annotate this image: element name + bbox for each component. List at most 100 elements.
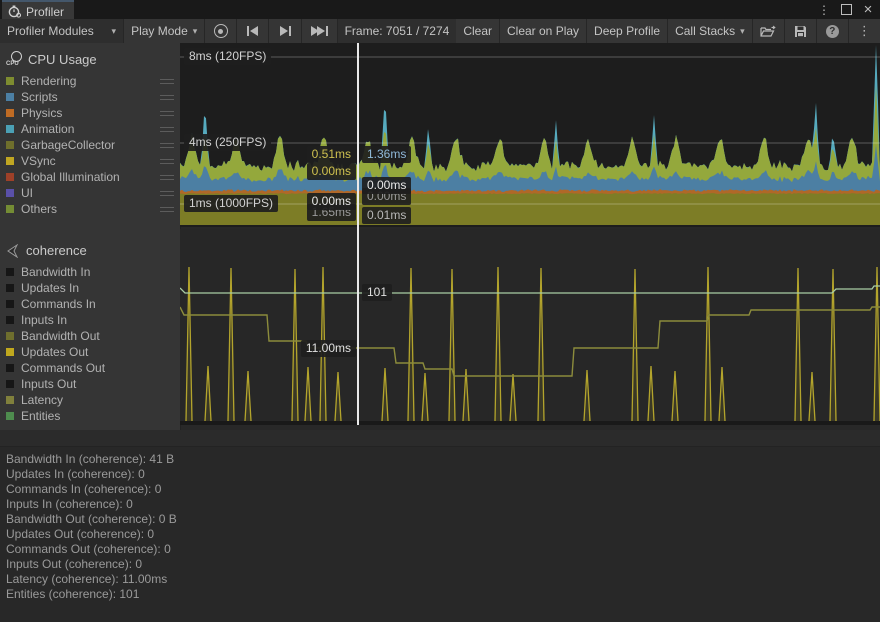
legend-item-inputs-out[interactable]: Inputs Out (0, 376, 180, 392)
legend-label: Bandwidth Out (21, 329, 100, 343)
legend-item-bandwidth-in[interactable]: Bandwidth In (0, 264, 180, 280)
legend-label: Latency (21, 393, 63, 407)
grid-label: 8ms (120FPS) (184, 48, 271, 65)
legend-label: Entities (21, 409, 60, 423)
save-icon (794, 25, 807, 38)
legend-swatch (6, 300, 14, 308)
legend-item-commands-out[interactable]: Commands Out (0, 360, 180, 376)
first-frame-button[interactable] (237, 19, 269, 43)
legend-item-physics[interactable]: Physics (0, 105, 180, 121)
deep-profile-button[interactable]: Deep Profile (587, 19, 668, 43)
current-frame-button[interactable] (302, 19, 338, 43)
dropdown-arrow-icon: ▾ (112, 26, 117, 37)
clear-button[interactable]: Clear (456, 19, 500, 43)
clear-on-play-button[interactable]: Clear on Play (500, 19, 587, 43)
frame-value-label: 0.00ms (362, 177, 411, 194)
profiler-modules-dropdown[interactable]: Profiler Modules ▾ (0, 19, 124, 43)
context-menu-button[interactable]: ⋮ (849, 19, 880, 43)
cpu-usage-chart[interactable]: 8ms (120FPS)4ms (250FPS)1ms (1000FPS)0.5… (180, 43, 880, 227)
tab-profiler[interactable]: Profiler (2, 0, 74, 21)
detail-line: Bandwidth Out (coherence): 0 B (0, 512, 880, 527)
legend-label: Updates In (21, 281, 79, 295)
frame-value-label: 0.01ms (362, 207, 411, 224)
dropdown-arrow-icon: ▾ (740, 26, 745, 37)
title-bar: Profiler ⋮ × (0, 0, 880, 19)
legend-item-updates-in[interactable]: Updates In (0, 280, 180, 296)
drag-handle-icon[interactable] (160, 95, 174, 103)
drag-handle-icon[interactable] (160, 143, 174, 151)
drag-handle-icon[interactable] (160, 111, 174, 119)
close-icon[interactable]: × (860, 2, 876, 18)
legend-swatch (6, 364, 14, 372)
legend-label: Physics (21, 106, 62, 120)
coherence-module-header[interactable]: coherence (0, 235, 180, 264)
legend-item-entities[interactable]: Entities (0, 408, 180, 424)
legend-label: Commands In (21, 297, 96, 311)
drag-handle-icon[interactable] (160, 207, 174, 215)
legend-item-animation[interactable]: Animation (0, 121, 180, 137)
record-button[interactable] (205, 19, 237, 43)
legend-item-others[interactable]: Others (0, 201, 180, 217)
profiler-stopwatch-icon (8, 5, 21, 18)
grid-label: 1ms (1000FPS) (184, 195, 278, 212)
tab-title: Profiler (26, 5, 64, 19)
legend-item-inputs-in[interactable]: Inputs In (0, 312, 180, 328)
drag-handle-icon[interactable] (160, 175, 174, 183)
detail-line: Commands Out (coherence): 0 (0, 542, 880, 557)
kebab-icon: ⋮ (858, 23, 871, 39)
legend-item-rendering[interactable]: Rendering (0, 73, 180, 89)
drag-handle-icon[interactable] (160, 79, 174, 87)
drag-handle-icon[interactable] (160, 191, 174, 199)
profiler-window: Profiler ⋮ × Profiler Modules ▾ Play Mod… (0, 0, 880, 622)
cpu-usage-icon: CPU (6, 51, 22, 67)
grid-label: 4ms (250FPS) (184, 134, 271, 151)
play-mode-dropdown[interactable]: Play Mode ▾ (124, 19, 205, 43)
legend-label: Inputs Out (21, 377, 76, 391)
legend-swatch (6, 77, 14, 85)
last-frame-icon (311, 26, 328, 36)
detail-line: Updates Out (coherence): 0 (0, 527, 880, 542)
next-frame-icon (280, 26, 291, 36)
legend-item-ui[interactable]: UI (0, 185, 180, 201)
playhead[interactable] (357, 43, 359, 425)
legend-item-bandwidth-out[interactable]: Bandwidth Out (0, 328, 180, 344)
detail-line: Commands In (coherence): 0 (0, 482, 880, 497)
legend-swatch (6, 189, 14, 197)
legend-item-commands-in[interactable]: Commands In (0, 296, 180, 312)
help-button[interactable]: ? (817, 19, 849, 43)
frame-value-label: 0.00ms (307, 193, 356, 210)
legend-item-vsync[interactable]: VSync (0, 153, 180, 169)
detail-line: Bandwidth In (coherence): 41 B (0, 452, 880, 467)
legend-swatch (6, 348, 14, 356)
cpu-legend: RenderingScripts Physics AnimationGarbageC… (0, 73, 180, 217)
save-profile-button[interactable] (785, 19, 817, 43)
coherence-logo-icon (6, 244, 20, 258)
coherence-chart[interactable]: 101 11.00ms (180, 229, 880, 425)
chart-value-label: 11.00ms (301, 340, 356, 357)
legend-label: Bandwidth In (21, 265, 90, 279)
legend-label: Animation (21, 122, 74, 136)
legend-swatch (6, 125, 14, 133)
legend-item-updates-out[interactable]: Updates Out (0, 344, 180, 360)
legend-label: Inputs In (21, 313, 67, 327)
details-pane: Bandwidth In (coherence): 41 BUpdates In… (0, 430, 880, 622)
legend-item-latency[interactable]: Latency (0, 392, 180, 408)
window-menu-icon[interactable]: ⋮ (816, 2, 832, 18)
module-sidebar: CPU CPU Usage RenderingScripts Physics Ani… (0, 43, 181, 430)
next-frame-button[interactable] (269, 19, 301, 43)
cpu-module-header[interactable]: CPU CPU Usage (0, 43, 180, 73)
legend-label: Scripts (21, 90, 58, 104)
legend-item-global-illumination[interactable]: Global Illumination (0, 169, 180, 185)
chart-value-label: 101 (362, 284, 392, 301)
legend-label: Updates Out (21, 345, 88, 359)
legend-swatch (6, 157, 14, 165)
legend-item-scripts[interactable]: Scripts (0, 89, 180, 105)
drag-handle-icon[interactable] (160, 127, 174, 135)
call-stacks-dropdown[interactable]: Call Stacks ▾ (668, 19, 753, 43)
load-profile-button[interactable] (753, 19, 785, 43)
maximize-icon[interactable] (838, 2, 854, 18)
help-icon: ? (826, 25, 839, 38)
legend-item-garbagecollector[interactable]: GarbageCollector (0, 137, 180, 153)
drag-handle-icon[interactable] (160, 159, 174, 167)
legend-swatch (6, 284, 14, 292)
